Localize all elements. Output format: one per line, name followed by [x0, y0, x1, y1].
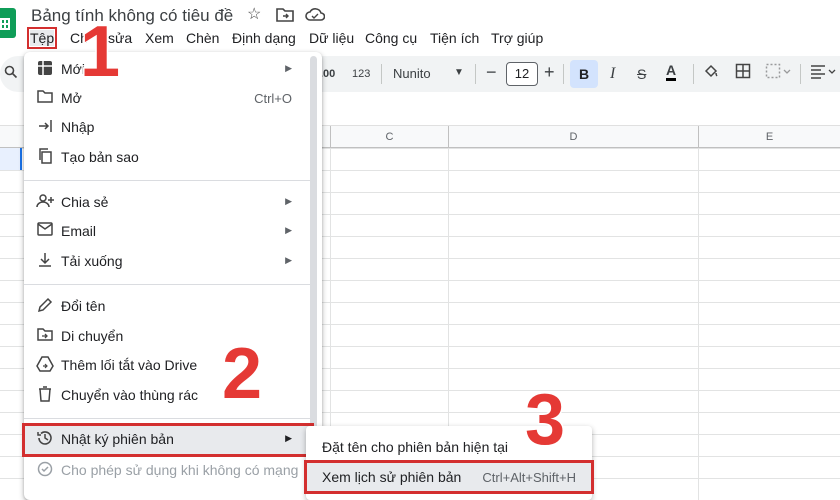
menu-item-version-history[interactable]: Nhật ký phiên bản ▶: [22, 423, 314, 457]
chevron-down-icon[interactable]: ▼: [454, 63, 464, 83]
menu-divider: [24, 284, 312, 285]
submenu-arrow-icon: ▶: [285, 196, 292, 206]
menu-item-email[interactable]: Email ▶: [24, 217, 312, 247]
menu-item-shortcut: Ctrl+O: [254, 91, 292, 106]
menu-item-download[interactable]: Tải xuống ▶: [24, 247, 312, 277]
borders-icon[interactable]: [735, 63, 751, 84]
new-sheet-icon: [36, 60, 54, 78]
menu-extensions[interactable]: Tiện ích: [430, 30, 479, 46]
menu-divider: [24, 418, 312, 419]
cloud-status-icon[interactable]: [305, 6, 326, 27]
menu-item-label: Di chuyển: [61, 328, 124, 344]
column-header-d[interactable]: D: [448, 126, 698, 148]
horizontal-align-icon[interactable]: [810, 63, 838, 84]
menu-item-label: Nhật ký phiên bản: [61, 431, 174, 447]
menu-item-rename[interactable]: Đổi tên: [24, 292, 312, 322]
menu-item-label: Chia sẻ: [61, 194, 109, 210]
pencil-icon: [36, 297, 54, 315]
submenu-arrow-icon: ▶: [285, 225, 292, 235]
toolbar-divider: [475, 64, 476, 84]
menu-item-open[interactable]: Mở Ctrl+O: [24, 84, 312, 114]
search-menus-icon[interactable]: [4, 64, 18, 84]
submenu-arrow-icon: ▶: [285, 255, 292, 265]
merge-cells-icon[interactable]: [765, 63, 791, 84]
folder-open-icon: [36, 89, 54, 107]
menu-item-label: Đổi tên: [61, 298, 106, 314]
toolbar-divider: [800, 64, 801, 84]
font-size-input[interactable]: 12: [506, 62, 538, 86]
number-format-button[interactable]: 123: [352, 64, 370, 84]
menu-item-label: Thêm lối tắt vào Drive: [61, 357, 198, 373]
trash-icon: [36, 386, 54, 404]
strikethrough-button[interactable]: S: [637, 64, 646, 84]
menu-insert[interactable]: Chèn: [186, 30, 219, 46]
menu-item-label: Tải xuống: [61, 253, 123, 269]
submenu-arrow-icon: ▶: [285, 433, 292, 443]
menu-item-new[interactable]: Mới ▶: [24, 55, 312, 85]
menu-item-add-shortcut[interactable]: Thêm lối tắt vào Drive: [24, 351, 312, 381]
document-title[interactable]: Bảng tính không có tiêu đề: [31, 6, 233, 26]
selected-cell[interactable]: [0, 148, 22, 170]
step-number-1: 1: [78, 12, 121, 92]
menu-view[interactable]: Xem: [145, 30, 174, 46]
star-icon[interactable]: ☆: [247, 6, 261, 24]
font-size-decrease-button[interactable]: −: [486, 62, 497, 82]
menu-item-label: Tạo bản sao: [61, 149, 139, 165]
email-icon: [36, 222, 54, 240]
submenu-item-label: Đặt tên cho phiên bản hiện tại: [322, 439, 509, 455]
drive-shortcut-icon: [36, 356, 54, 374]
column-header-c[interactable]: C: [330, 126, 448, 148]
title-bar: Bảng tính không có tiêu đề ☆: [0, 0, 840, 38]
menu-format[interactable]: Định dạng: [232, 30, 296, 46]
menu-item-label: Nhập: [61, 119, 95, 135]
menu-item-import[interactable]: Nhập: [24, 113, 312, 143]
menu-item-label: Email: [61, 223, 97, 239]
folder-move-icon[interactable]: [276, 6, 294, 27]
menu-help[interactable]: Trợ giúp: [491, 30, 543, 46]
toolbar-divider: [693, 64, 694, 84]
folder-move-icon: [36, 327, 54, 345]
menu-bar: Tệp Ch sửa Xem Chèn Định dạng Dữ liệu Cô…: [0, 27, 840, 50]
menu-item-offline: Cho phép sử dụng khi không có mạng: [24, 456, 312, 486]
menu-item-trash[interactable]: Chuyển vào thùng rác: [24, 381, 312, 411]
step-number-3: 3: [523, 380, 566, 460]
toolbar-divider: [381, 64, 382, 84]
menu-file[interactable]: Tệp: [26, 27, 58, 49]
download-icon: [36, 252, 54, 270]
menu-item-label: Mở: [61, 90, 82, 106]
font-size-increase-button[interactable]: +: [544, 62, 555, 82]
column-header-e[interactable]: E: [698, 126, 840, 148]
menu-data[interactable]: Dữ liệu: [309, 30, 354, 46]
menu-divider: [24, 180, 312, 181]
decrease-decimal-button[interactable]: .00: [320, 64, 335, 84]
text-color-button[interactable]: A: [666, 62, 677, 81]
menu-item-label: Cho phép sử dụng khi không có mạng: [61, 462, 299, 478]
share-person-icon: [36, 193, 54, 211]
fill-color-icon[interactable]: [703, 63, 719, 84]
import-icon: [36, 118, 54, 136]
grid-line: [698, 148, 699, 500]
menu-item-share[interactable]: Chia sẻ ▶: [24, 188, 312, 218]
step-number-2: 2: [220, 334, 263, 414]
bold-button[interactable]: B: [570, 60, 598, 88]
submenu-item-see-version-history[interactable]: Xem lịch sử phiên bản Ctrl+Alt+Shift+H: [304, 460, 594, 494]
menu-item-move[interactable]: Di chuyển: [24, 322, 312, 352]
offline-icon: [36, 461, 54, 479]
submenu-item-shortcut: Ctrl+Alt+Shift+H: [482, 470, 576, 485]
submenu-item-label: Xem lịch sử phiên bản: [322, 469, 462, 485]
menu-item-label: Chuyển vào thùng rác: [61, 387, 198, 403]
toolbar-divider: [563, 64, 564, 84]
menu-item-make-copy[interactable]: Tạo bản sao: [24, 143, 312, 173]
italic-button[interactable]: I: [610, 64, 615, 84]
menu-tools[interactable]: Công cụ: [365, 30, 417, 46]
history-icon: [36, 430, 54, 448]
submenu-arrow-icon: ▶: [285, 63, 292, 73]
font-family-select[interactable]: Nunito: [393, 64, 431, 84]
copy-icon: [36, 148, 54, 166]
